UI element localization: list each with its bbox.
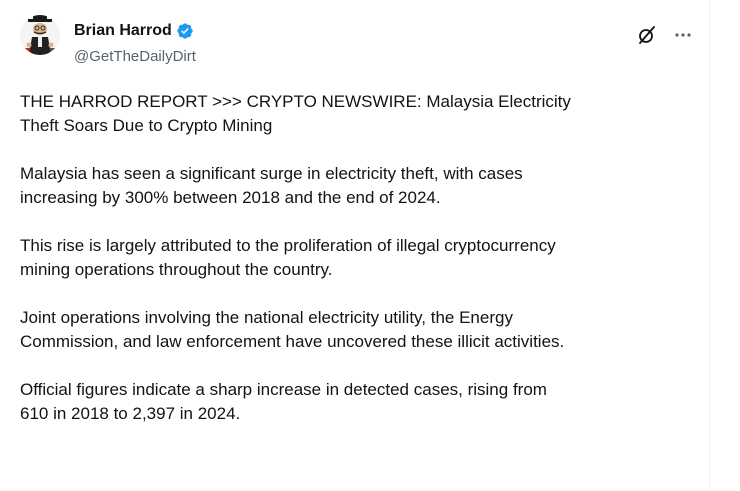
tweet-text: THE HARROD REPORT >>> CRYPTO NEWSWIRE: M… — [20, 90, 700, 450]
verified-badge-icon[interactable] — [176, 22, 194, 40]
author-display-name[interactable]: Brian Harrod — [74, 21, 172, 41]
tweet-paragraph: This rise is largely attributed to the p… — [20, 236, 556, 279]
author-handle[interactable]: @GetTheDailyDirt — [74, 47, 196, 67]
avatar-image — [20, 15, 60, 55]
more-options-icon[interactable] — [672, 24, 694, 46]
tweet-paragraph: Official figures indicate a sharp increa… — [20, 380, 547, 423]
column-divider — [709, 0, 710, 491]
author-name-row: Brian Harrod — [74, 21, 194, 41]
avatar[interactable] — [20, 15, 60, 55]
tweet-card: Brian Harrod @GetTheDailyDirt THE HARROD… — [0, 0, 709, 491]
grok-slash-icon[interactable] — [636, 24, 658, 46]
tweet-paragraph: Joint operations involving the national … — [20, 308, 565, 351]
tweet-paragraph: THE HARROD REPORT >>> CRYPTO NEWSWIRE: M… — [20, 92, 571, 135]
tweet-top-actions — [636, 24, 694, 46]
tweet-paragraph: Malaysia has seen a significant surge in… — [20, 164, 523, 207]
